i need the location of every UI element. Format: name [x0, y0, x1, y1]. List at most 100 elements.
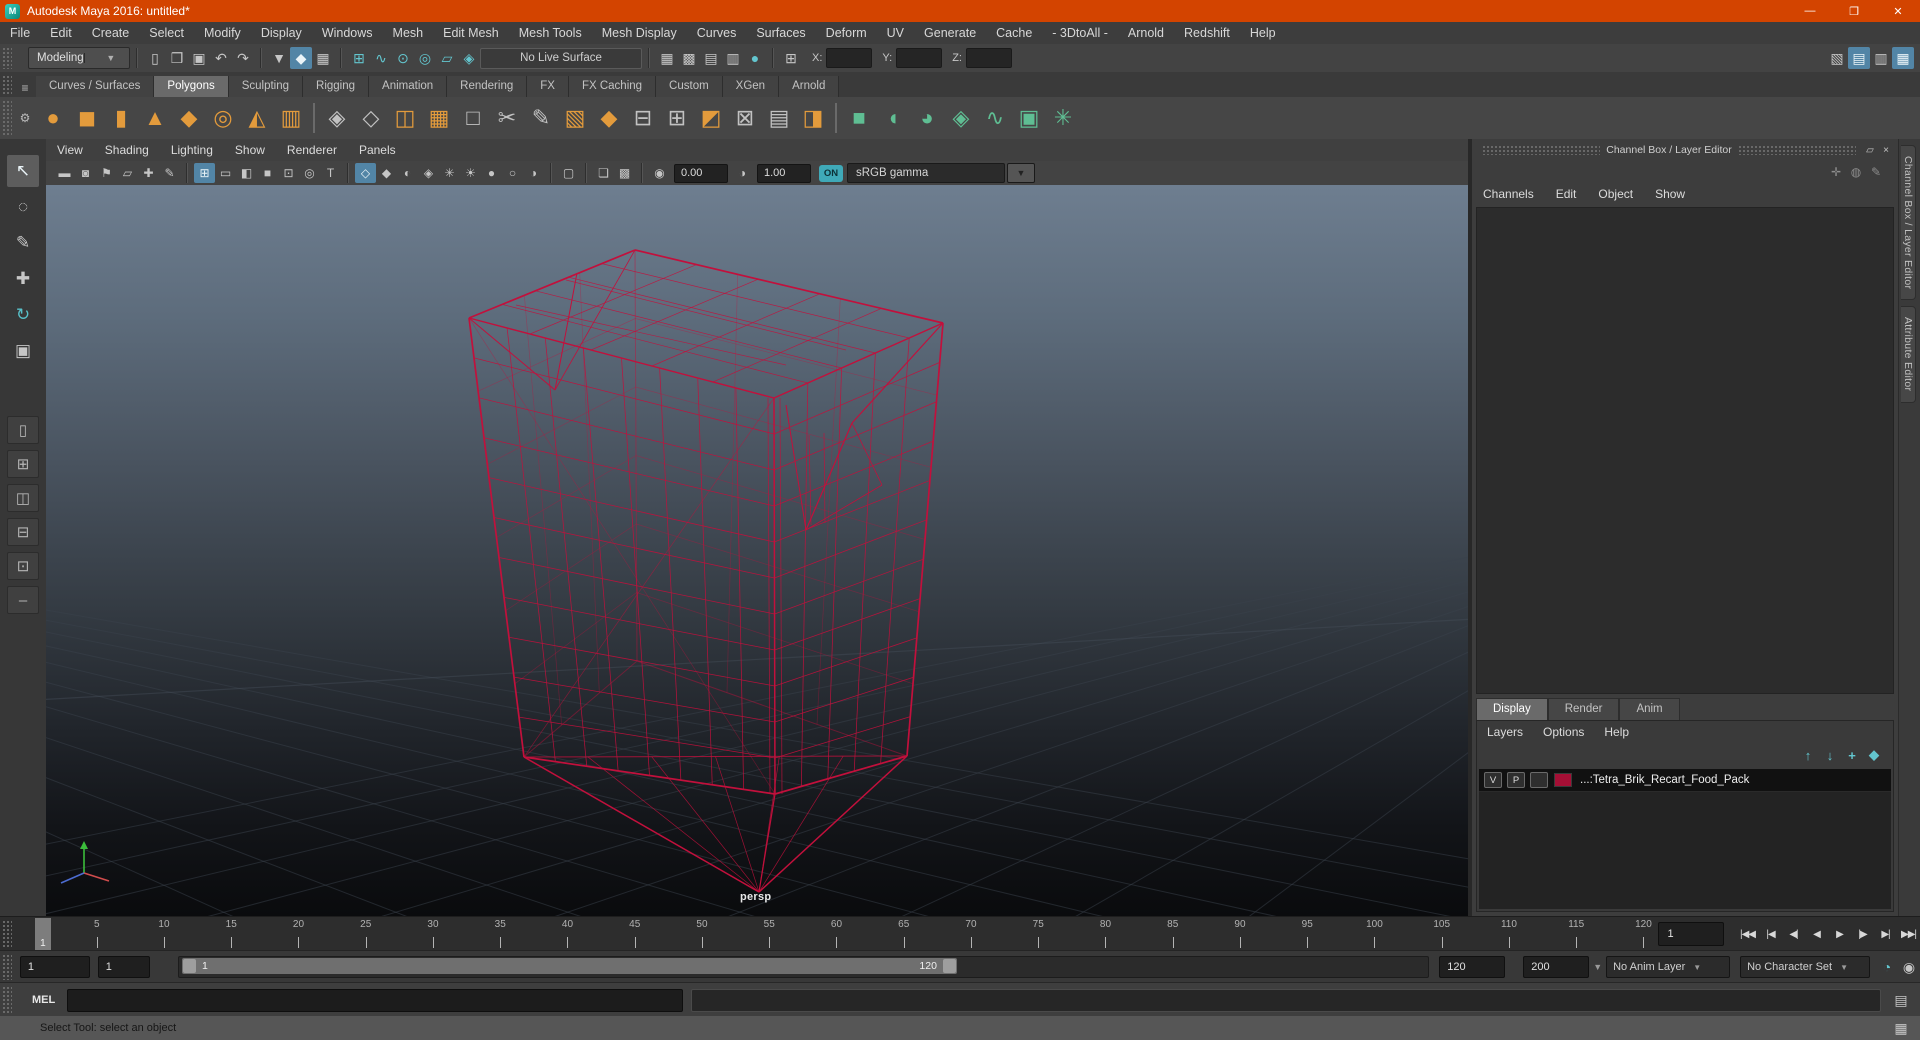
speed-control-icon[interactable]: ◍: [1846, 163, 1866, 181]
resolution-gate-icon[interactable]: ◧: [236, 163, 257, 183]
boolean-icon[interactable]: □: [456, 101, 490, 135]
chevron-down-icon[interactable]: ▼: [1007, 163, 1035, 183]
layer-menu-help[interactable]: Help: [1594, 725, 1639, 739]
poly-torus-icon[interactable]: ◎: [206, 101, 240, 135]
ipr-render-icon[interactable]: ▩: [678, 47, 700, 69]
command-line-input[interactable]: [67, 988, 684, 1012]
auto-keyframe-icon[interactable]: ◉: [1898, 956, 1920, 978]
current-frame-field[interactable]: 1: [1658, 922, 1724, 946]
layer-menu-options[interactable]: Options: [1533, 725, 1594, 739]
menu-file[interactable]: File: [0, 26, 40, 40]
select-component-icon[interactable]: ▦: [312, 47, 334, 69]
multi-pass-icon[interactable]: ▩: [614, 163, 635, 183]
new-scene-icon[interactable]: ▯: [144, 47, 166, 69]
menu-generate[interactable]: Generate: [914, 26, 986, 40]
channel-menu-object[interactable]: Object: [1587, 187, 1644, 201]
z-input[interactable]: [965, 48, 1012, 68]
anim-end-field[interactable]: 200: [1523, 956, 1590, 978]
snap-grid-icon[interactable]: ⊞: [348, 47, 370, 69]
layout-persp-outliner-icon[interactable]: ◫: [7, 484, 39, 512]
step-forward-key-button[interactable]: ▶|: [1874, 922, 1897, 946]
menu-curves[interactable]: Curves: [687, 26, 747, 40]
popout-panel-icon[interactable]: ▱: [1862, 142, 1878, 158]
gate-mask-icon[interactable]: ■: [257, 163, 278, 183]
menu-modify[interactable]: Modify: [194, 26, 251, 40]
textured-display-icon[interactable]: ◐: [397, 163, 418, 183]
menu-mesh-tools[interactable]: Mesh Tools: [509, 26, 592, 40]
snap-curve-icon[interactable]: ∿: [370, 47, 392, 69]
xray-display-icon[interactable]: ✳: [439, 163, 460, 183]
make-live-icon[interactable]: ◈: [458, 47, 480, 69]
character-set-dropdown[interactable]: No Character Set ▼: [1740, 956, 1870, 978]
menu-mesh-display[interactable]: Mesh Display: [592, 26, 687, 40]
menu-uv[interactable]: UV: [877, 26, 914, 40]
menu-cache[interactable]: Cache: [986, 26, 1042, 40]
combine-icon[interactable]: ◈: [320, 101, 354, 135]
contrast-icon[interactable]: ◑: [732, 163, 753, 183]
select-hierarchy-icon[interactable]: ▼: [268, 47, 290, 69]
menu-set-dropdown[interactable]: Modeling ▼: [28, 47, 130, 69]
playback-end-field[interactable]: 120: [1439, 956, 1506, 978]
quad-draw-icon[interactable]: ◩: [694, 101, 728, 135]
panel-menu-shading[interactable]: Shading: [94, 143, 160, 157]
poly-cylinder-icon[interactable]: ▮: [104, 101, 138, 135]
smooth-shade-icon[interactable]: ◆: [376, 163, 397, 183]
menu-windows[interactable]: Windows: [312, 26, 383, 40]
separate-icon[interactable]: ◇: [354, 101, 388, 135]
multi-cut-icon[interactable]: ✂: [490, 101, 524, 135]
lattice-icon[interactable]: ▤: [762, 101, 796, 135]
viewport-canvas[interactable]: persp: [46, 185, 1468, 916]
modeling-toolkit-toggle-icon[interactable]: ▧: [1826, 47, 1848, 69]
restore-button[interactable]: ❐: [1832, 0, 1876, 22]
move-layer-up-icon[interactable]: ↑: [1797, 745, 1819, 765]
render-settings-icon[interactable]: ▤: [700, 47, 722, 69]
scale-tool-icon[interactable]: ▣: [7, 335, 39, 367]
layer-row[interactable]: V P ...:Tetra_Brik_Recart_Food_Pack: [1479, 769, 1891, 792]
tool-settings-toggle-icon[interactable]: ▥: [1870, 47, 1892, 69]
shelf-tab-polygons[interactable]: Polygons: [154, 76, 229, 97]
redo-icon[interactable]: ↷: [232, 47, 254, 69]
poly-pipe-icon[interactable]: ▥: [274, 101, 308, 135]
color-management-toggle[interactable]: ON: [819, 164, 843, 182]
grease-pencil-icon[interactable]: ✎: [159, 163, 180, 183]
menu-3dtoall[interactable]: - 3DtoAll -: [1042, 26, 1118, 40]
animation-preferences-icon[interactable]: ◔: [1876, 956, 1898, 978]
layer-color-swatch[interactable]: [1554, 773, 1572, 787]
channel-menu-edit[interactable]: Edit: [1545, 187, 1588, 201]
panel-menu-lighting[interactable]: Lighting: [160, 143, 224, 157]
panel-menu-panels[interactable]: Panels: [348, 143, 407, 157]
grid-toggle-icon[interactable]: ⊞: [194, 163, 215, 183]
sculpt-plane-icon[interactable]: ■: [842, 101, 876, 135]
bridge-icon[interactable]: ⊟: [626, 101, 660, 135]
rotate-tool-icon[interactable]: ↻: [7, 299, 39, 331]
motion-blur-toggle-icon[interactable]: ◑: [523, 163, 544, 183]
input-field-mode-icon[interactable]: ⊞: [780, 47, 802, 69]
layout-four-pane-icon[interactable]: ⊞: [7, 450, 39, 478]
channel-menu-channels[interactable]: Channels: [1472, 187, 1545, 201]
layer-menu-layers[interactable]: Layers: [1477, 725, 1533, 739]
poly-sphere-icon[interactable]: ●: [36, 101, 70, 135]
menu-create[interactable]: Create: [82, 26, 140, 40]
anim-layer-dropdown[interactable]: No Anim Layer ▼: [1606, 956, 1731, 978]
shelf-menu-icon[interactable]: ≡: [16, 79, 34, 97]
live-surface-field[interactable]: No Live Surface: [480, 47, 642, 69]
smooth-icon[interactable]: ▦: [422, 101, 456, 135]
lock-camera-icon[interactable]: ◙: [75, 163, 96, 183]
layout-persp-graph-icon[interactable]: ⊡: [7, 552, 39, 580]
layer-playback-toggle[interactable]: P: [1507, 772, 1525, 788]
move-layer-down-icon[interactable]: ↓: [1819, 745, 1841, 765]
extrude-icon[interactable]: ▧: [558, 101, 592, 135]
channel-box-header[interactable]: Channel Box / Layer Editor ▱ ×: [1472, 139, 1898, 161]
layout-single-pane-icon[interactable]: ▯: [7, 416, 39, 444]
menu-help[interactable]: Help: [1240, 26, 1286, 40]
spread-icon[interactable]: ✳: [1046, 101, 1080, 135]
layer-visibility-toggle[interactable]: V: [1484, 772, 1502, 788]
grip-handle[interactable]: [2, 75, 12, 94]
playback-start-field[interactable]: 1: [19, 956, 90, 978]
shelf-tab-arnold[interactable]: Arnold: [779, 76, 840, 97]
y-input[interactable]: [896, 48, 943, 68]
undo-icon[interactable]: ↶: [210, 47, 232, 69]
script-editor-icon[interactable]: ▤: [1890, 989, 1912, 1011]
range-start-handle[interactable]: [182, 959, 196, 973]
sculpt-cube-icon[interactable]: ◈: [944, 101, 978, 135]
